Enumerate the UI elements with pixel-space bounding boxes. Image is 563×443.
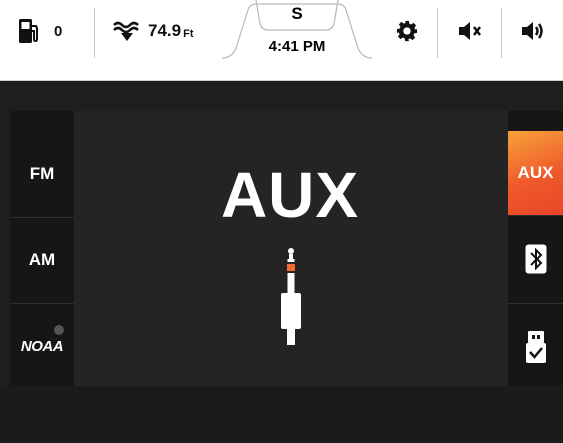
clock: 4:41 PM — [268, 38, 326, 55]
usb-icon — [525, 331, 546, 363]
depth-unit: Ft — [183, 28, 194, 40]
mute-icon — [459, 22, 481, 40]
heading-clock-tab: S 4:41 PM — [222, 0, 372, 62]
compass-heading: S — [291, 4, 303, 23]
volume-button[interactable] — [503, 0, 563, 62]
source-aux-button[interactable]: AUX — [508, 131, 563, 216]
depth-value: 74.9 — [148, 21, 182, 40]
fuel-status: 0 — [18, 0, 88, 62]
settings-button[interactable] — [378, 0, 436, 62]
aux-jack-icon — [281, 248, 301, 345]
status-bar: 0 74.9 Ft S 4:41 PM — [0, 0, 563, 81]
source-aux-label: AUX — [517, 163, 554, 182]
divider — [437, 8, 438, 58]
volume-icon — [522, 22, 543, 40]
bottom-bar — [0, 386, 563, 443]
mute-button[interactable] — [440, 0, 500, 62]
source-noaa-label: NOAA — [20, 337, 64, 355]
divider — [94, 8, 95, 58]
active-source-title: AUX — [220, 159, 360, 231]
divider — [501, 8, 502, 58]
depth-icon — [113, 21, 139, 41]
depth-status: 74.9 Ft — [112, 0, 212, 62]
right-source-rail: AUX — [508, 111, 563, 386]
source-am-button[interactable]: AM — [10, 217, 74, 304]
gear-icon — [396, 20, 418, 42]
source-am-label: AM — [28, 250, 56, 269]
noaa-indicator-icon — [54, 325, 64, 335]
fuel-value: 0 — [54, 22, 63, 40]
bluetooth-icon — [525, 244, 546, 274]
source-usb-button[interactable] — [508, 303, 563, 391]
fuel-pump-icon — [19, 19, 38, 43]
source-noaa-button[interactable]: NOAA — [10, 303, 74, 389]
left-source-rail: FM AM NOAA — [10, 111, 74, 386]
source-fm-button[interactable]: FM — [10, 131, 74, 218]
source-fm-label: FM — [29, 164, 55, 183]
source-bluetooth-button[interactable] — [508, 215, 563, 304]
